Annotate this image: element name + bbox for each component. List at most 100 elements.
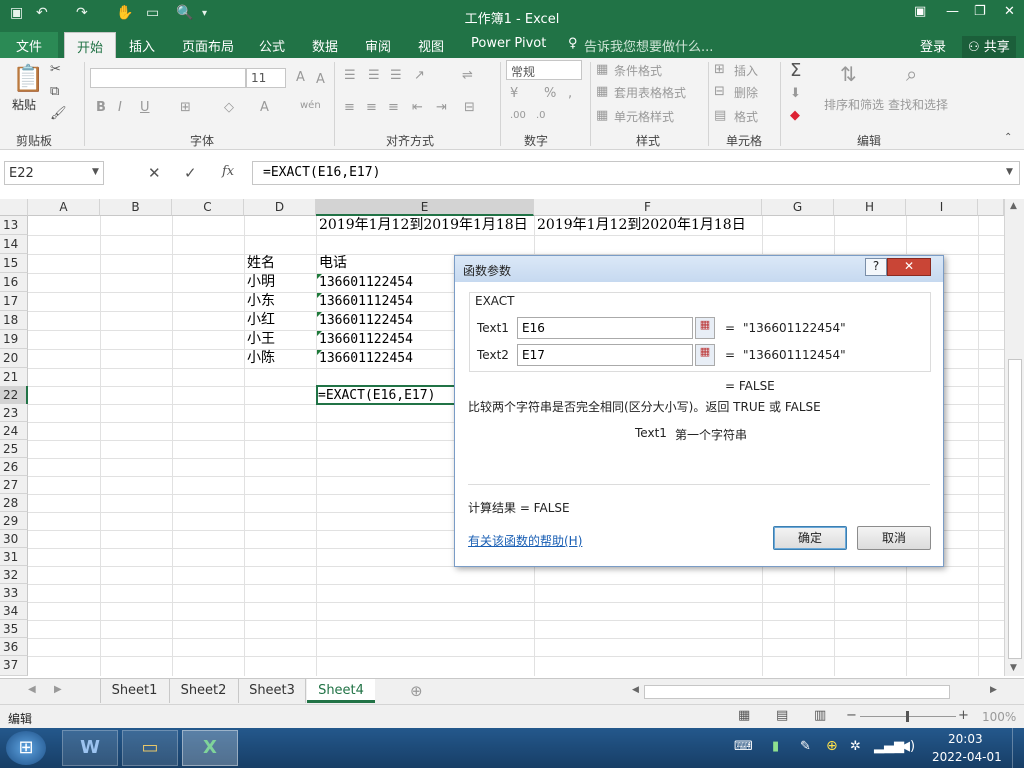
page-break-view-icon[interactable]: ▥ [814,708,826,723]
cell-E20[interactable]: 136601122454 [319,349,413,368]
fill-color-icon[interactable]: ◇ [224,100,234,115]
cell-E17[interactable]: 136601112454 [319,292,413,311]
close-icon[interactable]: ✕ [1004,4,1015,19]
sheet-tab[interactable]: Sheet3 [238,679,306,703]
network-tool-icon[interactable]: ✲ [850,739,861,754]
scroll-down-icon[interactable]: ▼ [1010,663,1017,673]
show-desktop-button[interactable] [1012,728,1024,768]
cell-E15[interactable]: 电话 [319,254,347,273]
row-header[interactable]: 17 [0,292,28,311]
row-header[interactable]: 21 [0,368,28,387]
column-header[interactable]: H [834,199,906,216]
tab-power-pivot[interactable]: Power Pivot [471,36,546,51]
format-cells-button[interactable]: 格式 [734,108,758,125]
next-sheet-icon[interactable]: ▶ [54,684,62,695]
volume-icon[interactable]: ◀) [900,739,915,754]
column-header[interactable]: F [534,199,762,216]
row-header[interactable]: 29 [0,512,28,530]
find-select-button[interactable]: 查找和选择 [888,96,948,113]
align-middle-icon[interactable]: ☰ [368,68,380,83]
row-header[interactable]: 36 [0,638,28,656]
accounting-icon[interactable]: ¥ [510,86,518,101]
collapse-dialog-icon[interactable]: ▦ [695,317,715,339]
column-header[interactable]: A [28,199,100,216]
add-icon[interactable]: ⊕ [826,738,838,754]
sheet-tab-active[interactable]: Sheet4 [307,679,375,703]
merge-center-icon[interactable]: ⊟ [464,100,475,115]
clock-time[interactable]: 20:03 [948,732,983,746]
conditional-format-button[interactable]: 条件格式 [614,62,662,79]
font-color-icon[interactable]: A [260,100,269,115]
ok-button[interactable]: 确定 [773,526,847,550]
align-bottom-icon[interactable]: ☰ [390,68,402,83]
keyboard-icon[interactable]: ⌨ [734,739,753,754]
row-header[interactable]: 30 [0,530,28,548]
cell-styles-button[interactable]: 单元格样式 [614,108,674,125]
format-as-table-button[interactable]: 套用表格格式 [614,84,686,101]
row-header[interactable]: 26 [0,458,28,476]
cell-D20[interactable]: 小陈 [247,349,275,368]
arg1-input[interactable]: E16 [517,317,693,339]
autosum-icon[interactable]: Σ [790,60,801,81]
scroll-left-icon[interactable]: ◀ [632,685,639,695]
increase-font-icon[interactable]: A [296,70,305,85]
row-header[interactable]: 18 [0,311,28,330]
sheet-tab[interactable]: Sheet1 [100,679,168,703]
decrease-decimal-icon[interactable]: .0 [536,110,546,121]
login-link[interactable]: 登录 [920,36,946,55]
row-header[interactable]: 31 [0,548,28,566]
cell-D18[interactable]: 小红 [247,311,275,330]
tab-formulas[interactable]: 公式 [259,36,285,55]
align-center-icon[interactable]: ≡ [366,100,377,115]
cell-D15[interactable]: 姓名 [247,254,275,273]
cell-E13[interactable]: 2019年1月12到2019年1月18日 [319,216,528,235]
close-dialog-button[interactable]: ✕ [887,258,931,276]
help-button[interactable]: ? [865,258,887,276]
normal-view-icon[interactable]: ▦ [738,708,750,723]
cell-E19[interactable]: 136601122454 [319,330,413,349]
orientation-icon[interactable]: ↗ [414,68,425,83]
tab-file[interactable]: 文件 [0,32,58,58]
chevron-down-icon[interactable]: ▼ [92,167,99,177]
fill-icon[interactable]: ⬇ [790,86,801,101]
prev-sheet-icon[interactable]: ◀ [28,684,36,695]
word-taskbar-icon[interactable]: W [62,730,118,766]
column-header[interactable] [978,199,1004,216]
clear-icon[interactable]: ◆ [790,108,800,123]
ribbon-display-icon[interactable]: ▣ [914,4,926,19]
tools-icon[interactable]: ✎ [800,739,811,754]
align-right-icon[interactable]: ≡ [388,100,399,115]
cell-E18[interactable]: 136601122454 [319,311,413,330]
excel-taskbar-icon[interactable]: X [182,730,238,766]
delete-cells-button[interactable]: 删除 [734,84,758,101]
arg2-input[interactable]: E17 [517,344,693,366]
row-header[interactable]: 37 [0,656,28,676]
insert-cells-button[interactable]: 插入 [734,62,758,79]
formula-input[interactable]: =EXACT(E16,E17) [252,161,1020,185]
expand-formula-icon[interactable]: ▼ [1006,167,1013,177]
tab-insert[interactable]: 插入 [129,36,155,55]
decrease-indent-icon[interactable]: ⇤ [412,100,423,115]
align-top-icon[interactable]: ☰ [344,68,356,83]
column-header[interactable]: E [316,199,534,216]
cell-D17[interactable]: 小东 [247,292,275,311]
zoom-level[interactable]: 100% [982,710,1016,724]
cancel-button[interactable]: 取消 [857,526,931,550]
font-size-box[interactable]: 11 [246,68,286,88]
column-header[interactable]: D [244,199,316,216]
tab-page-layout[interactable]: 页面布局 [182,36,234,55]
paste-icon[interactable]: 📋 [12,64,44,94]
scrollbar-thumb[interactable] [1008,359,1022,659]
row-header[interactable]: 28 [0,494,28,512]
collapse-ribbon-icon[interactable]: ⌃ [1004,132,1012,143]
row-header[interactable]: 35 [0,620,28,638]
comma-icon[interactable]: , [568,86,572,101]
increase-indent-icon[interactable]: ⇥ [436,100,447,115]
row-header[interactable]: 23 [0,404,28,422]
vertical-scrollbar[interactable]: ▲ ▼ [1004,199,1024,676]
tell-me-input[interactable]: 告诉我您想要做什么... [584,36,713,55]
align-left-icon[interactable]: ≡ [344,100,355,115]
clock-date[interactable]: 2022-04-01 [932,750,1002,764]
bold-icon[interactable]: B [96,100,106,115]
row-header[interactable]: 33 [0,584,28,602]
